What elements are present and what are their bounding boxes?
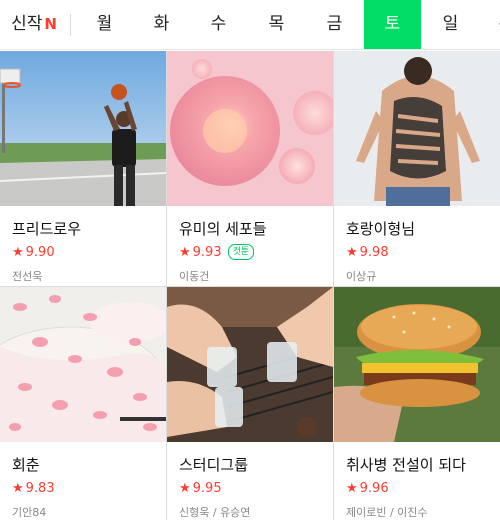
rating-value: 9.83 [25, 481, 55, 496]
webtoon-card[interactable]: 유미의 세포들 ★ 9.93 컷툰 이동건 [167, 51, 333, 286]
webtoon-author: 이동건 [179, 270, 210, 283]
rating-value: 9.90 [25, 245, 55, 260]
webtoon-title: 프리드로우 [12, 220, 82, 238]
star-icon: ★ [179, 481, 191, 496]
star-icon: ★ [12, 481, 24, 496]
webtoon-thumbnail [334, 287, 500, 442]
rating: ★ 9.93 컷툰 [179, 244, 321, 262]
rating: ★ 9.90 [12, 244, 154, 262]
tab-wednesday[interactable]: 수 [190, 0, 247, 49]
tab-sunday[interactable]: 일 [422, 0, 479, 49]
webtoon-title: 스터디그룹 [179, 456, 249, 474]
webtoon-card[interactable]: 회춘 ★ 9.83 기안84 [0, 287, 166, 520]
webtoon-card[interactable]: 취사병 전설이 되다 ★ 9.96 제이로빈 / 이진수 [334, 287, 500, 520]
rating-value: 9.95 [192, 481, 222, 496]
webtoon-title: 취사병 전설이 되다 [346, 456, 466, 474]
rating-value: 9.93 [192, 245, 222, 260]
rating: ★ 9.96 [346, 480, 488, 498]
webtoon-author: 기안84 [12, 506, 47, 519]
tab-new-label: 신작 [11, 14, 43, 34]
star-icon: ★ [12, 245, 24, 260]
webtoon-thumbnail [0, 51, 166, 206]
tab-tuesday[interactable]: 화 [133, 0, 190, 49]
tab-new[interactable]: 신작 N [0, 0, 68, 49]
webtoon-thumbnail [0, 287, 166, 442]
webtoon-thumbnail [334, 51, 500, 206]
rating-value: 9.98 [359, 245, 389, 260]
webtoon-title: 유미의 세포들 [179, 220, 267, 238]
tab-friday[interactable]: 금 [306, 0, 363, 49]
webtoon-title: 회춘 [12, 456, 40, 474]
webtoon-card[interactable]: 스터디그룹 ★ 9.95 신형욱 / 유승연 [167, 287, 333, 520]
webtoon-author: 이상규 [346, 270, 377, 283]
day-tab-bar: 신작N 월 화 수 목 금 토 일 완 [0, 0, 500, 50]
rating: ★ 9.98 [346, 244, 488, 262]
tab-divider [70, 14, 71, 36]
webtoon-author: 전선욱 [12, 270, 43, 283]
webtoon-grid: 프리드로우 ★ 9.90 전선욱 유미의 세포들 ★ 9.93 컷툰 이동건 호… [0, 51, 500, 520]
star-icon: ★ [346, 481, 358, 496]
tab-saturday[interactable]: 토 [364, 0, 421, 49]
rating-value: 9.96 [359, 481, 389, 496]
cuttoon-badge: 컷툰 [227, 244, 255, 260]
rating: ★ 9.83 [12, 480, 154, 498]
tab-monday[interactable]: 월 [76, 0, 133, 49]
webtoon-author: 제이로빈 / 이진수 [346, 506, 428, 519]
tab-completed[interactable]: 완 [478, 0, 500, 49]
webtoon-author: 신형욱 / 유승연 [179, 506, 251, 519]
webtoon-card[interactable]: 호랑이형님 ★ 9.98 이상규 [334, 51, 500, 286]
webtoon-thumbnail [167, 287, 333, 442]
rating: ★ 9.95 [179, 480, 321, 498]
star-icon: ★ [179, 245, 191, 260]
star-icon: ★ [346, 245, 358, 260]
webtoon-card[interactable]: 프리드로우 ★ 9.90 전선욱 [0, 51, 166, 286]
tab-thursday[interactable]: 목 [248, 0, 305, 49]
webtoon-title: 호랑이형님 [346, 220, 416, 238]
new-badge: N [44, 15, 57, 33]
webtoon-thumbnail [167, 51, 333, 206]
